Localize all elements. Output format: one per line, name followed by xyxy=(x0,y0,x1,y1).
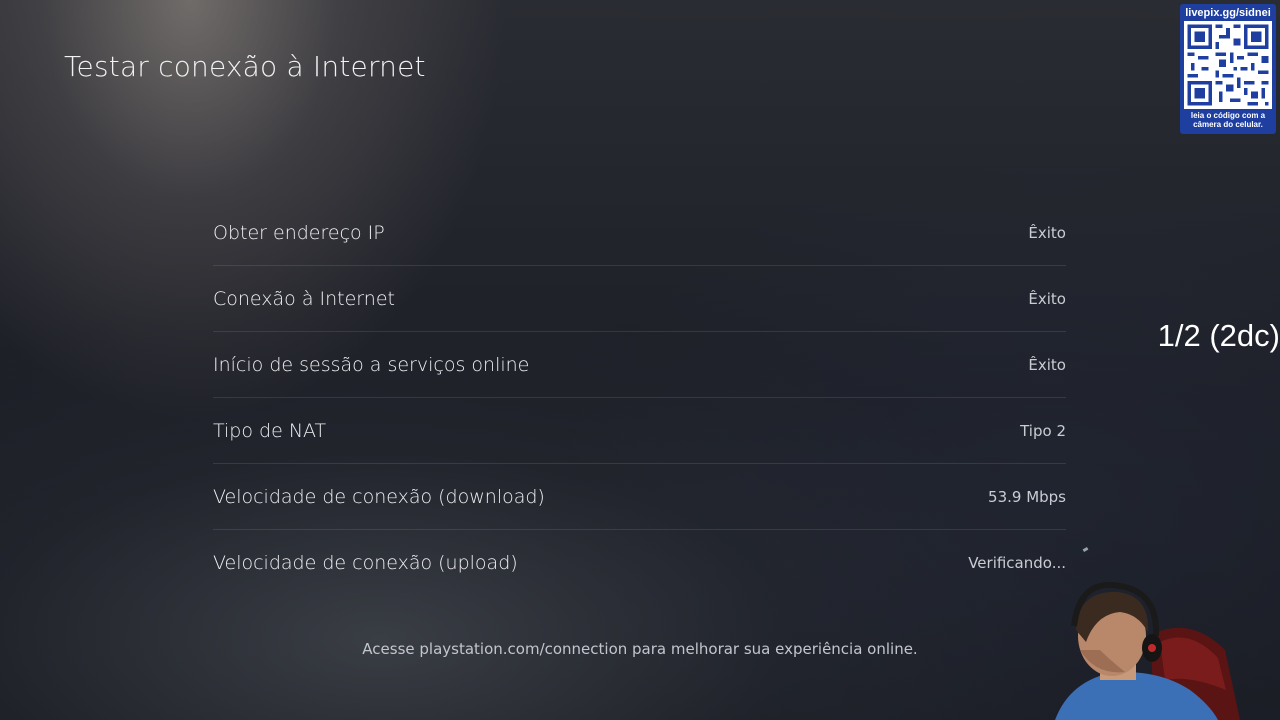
cursor-mark xyxy=(1082,546,1089,553)
result-label: Início de sessão a serviços online xyxy=(213,353,530,376)
result-row-download-speed[interactable]: Velocidade de conexão (download) 53.9 Mb… xyxy=(213,464,1066,530)
qr-code-icon xyxy=(1184,21,1272,109)
result-row-online-services-signin[interactable]: Início de sessão a serviços online Êxito xyxy=(213,332,1066,398)
result-status: Êxito xyxy=(1028,355,1066,374)
result-status: Êxito xyxy=(1028,289,1066,308)
result-label: Obter endereço IP xyxy=(213,221,385,244)
result-row-internet-connection[interactable]: Conexão à Internet Êxito xyxy=(213,266,1066,332)
result-label: Velocidade de conexão (upload) xyxy=(213,551,518,574)
result-label: Conexão à Internet xyxy=(213,287,395,310)
result-status: Verificando... xyxy=(968,553,1066,572)
result-row-upload-speed[interactable]: Velocidade de conexão (upload) Verifican… xyxy=(213,530,1066,595)
result-row-ip-address[interactable]: Obter endereço IP Êxito xyxy=(213,200,1066,266)
result-label: Velocidade de conexão (download) xyxy=(213,485,545,508)
result-status: 53.9 Mbps xyxy=(988,487,1066,506)
result-row-nat-type[interactable]: Tipo de NAT Tipo 2 xyxy=(213,398,1066,464)
result-label: Tipo de NAT xyxy=(213,419,327,442)
result-status: Êxito xyxy=(1028,223,1066,242)
qr-caption-line-1: leia o código com a xyxy=(1190,111,1266,120)
stream-counter-text: 1/2 (2dc) xyxy=(1157,318,1280,353)
qr-caption-line-2: câmera do celular. xyxy=(1193,120,1263,129)
result-status: Tipo 2 xyxy=(1020,421,1066,440)
connection-test-results: Obter endereço IP Êxito Conexão à Intern… xyxy=(213,200,1066,595)
qr-url: livepix.gg/sidnei xyxy=(1185,7,1271,19)
page-title: Testar conexão à Internet xyxy=(64,50,426,83)
webcam-overlay xyxy=(1055,581,1240,720)
donation-qr-panel: livepix.gg/sidnei leia o código com a câ… xyxy=(1180,4,1276,134)
